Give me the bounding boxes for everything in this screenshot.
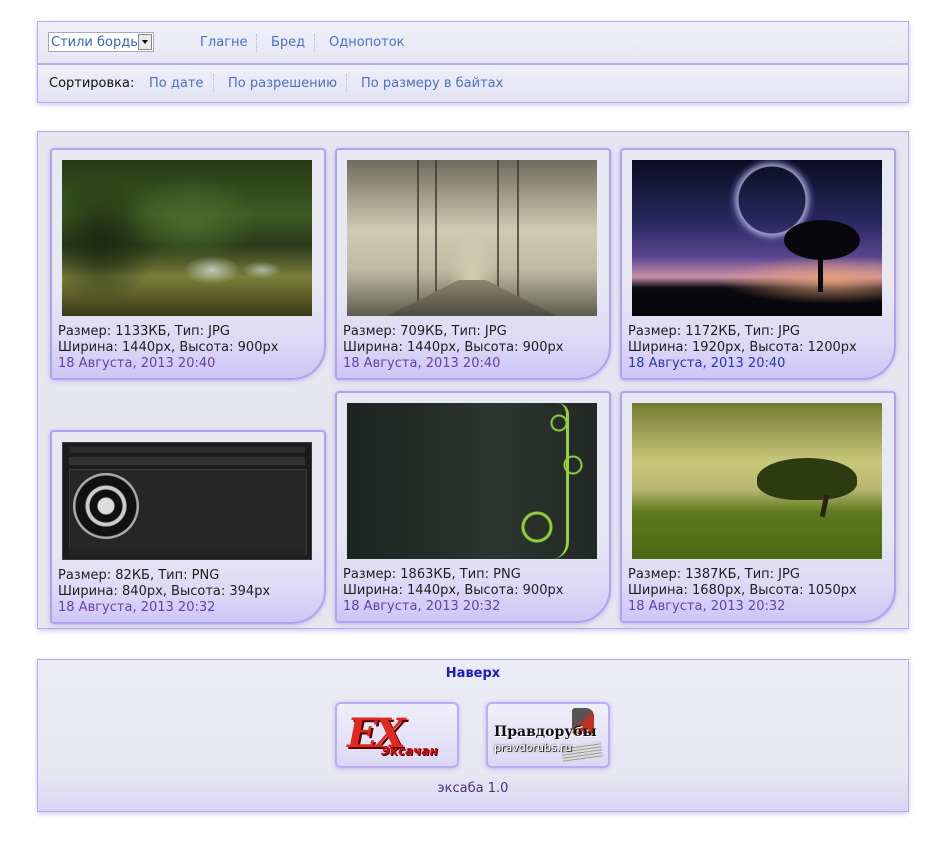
- image-date: 18 Августа, 2013 20:32: [628, 599, 786, 614]
- back-to-top-link[interactable]: Наверх: [38, 666, 908, 681]
- image-card[interactable]: Размер: 709КБ, Тип: JPG Ширина: 1440px, …: [335, 148, 611, 380]
- foggy-bridge-image[interactable]: [347, 160, 597, 316]
- navigation-panel: Стили борды Глагне Бред Однопоток Сортир…: [37, 21, 909, 103]
- pravdorubs-logo-title: Правдорубы: [494, 724, 597, 740]
- image-date: 18 Августа, 2013 20:32: [58, 600, 216, 615]
- nav-link-glagne[interactable]: Глагне: [200, 35, 248, 50]
- image-size-type: Размер: 82КБ, Тип: PNG: [58, 568, 220, 583]
- bridge-cable: [417, 160, 419, 316]
- image-date: 18 Августа, 2013 20:40: [343, 356, 501, 371]
- image-dimensions: Ширина: 1440px, Высота: 900px: [58, 340, 279, 355]
- sort-by-date-link[interactable]: По дате: [149, 76, 203, 91]
- tree-crown: [757, 458, 857, 500]
- lone-tree-field-image[interactable]: [632, 403, 882, 559]
- forest-waterfall-image[interactable]: [62, 160, 312, 316]
- image-dimensions: Ширина: 1440px, Высота: 900px: [343, 340, 564, 355]
- nav-divider: [213, 74, 215, 92]
- nav-divider: [346, 74, 348, 92]
- board-styles-select[interactable]: Стили борды: [48, 32, 154, 52]
- image-date: 18 Августа, 2013 20:40: [58, 356, 216, 371]
- sort-by-resolution-link[interactable]: По разрешению: [228, 76, 337, 91]
- image-card[interactable]: Размер: 1387КБ, Тип: JPG Ширина: 1680px,…: [620, 391, 896, 623]
- image-dimensions: Ширина: 840px, Высота: 394px: [58, 584, 271, 599]
- exaba-screenshot-image[interactable]: [62, 442, 312, 560]
- screenshot-title-bar: [69, 457, 305, 465]
- nav-divider: [314, 34, 316, 52]
- exachan-logo-small-text: Эксачан: [381, 744, 438, 758]
- bridge-cable: [517, 160, 519, 316]
- nav-divider: [256, 34, 258, 52]
- image-dimensions: Ширина: 1440px, Высота: 900px: [343, 583, 564, 598]
- footer-panel: Наверх EX Эксачан Правдорубы pravdorubs.…: [37, 659, 909, 812]
- board-styles-select-value: Стили борды: [51, 35, 141, 50]
- chevron-down-icon[interactable]: [138, 34, 152, 50]
- image-size-type: Размер: 1387КБ, Тип: JPG: [628, 567, 800, 582]
- board-nav-row: Стили борды Глагне Бред Однопоток: [38, 22, 908, 65]
- sort-by-size-link[interactable]: По размеру в байтах: [361, 76, 503, 91]
- green-vine-image[interactable]: [347, 403, 597, 559]
- image-dimensions: Ширина: 1920px, Высота: 1200px: [628, 340, 857, 355]
- sort-row: Сортировка: По дате По разрешению По раз…: [38, 65, 908, 102]
- vine-stem: [552, 403, 569, 559]
- pravdorubs-banner[interactable]: Правдорубы pravdorubs.ru: [486, 702, 610, 768]
- image-date: 18 Августа, 2013 20:40: [628, 356, 786, 371]
- engine-version: эксаба 1.0: [437, 781, 509, 796]
- pravdorubs-logo: Правдорубы pravdorubs.ru: [492, 708, 604, 762]
- image-size-type: Размер: 1133КБ, Тип: JPG: [58, 324, 230, 339]
- image-dimensions: Ширина: 1680px, Высота: 1050px: [628, 583, 857, 598]
- nav-link-odnopotok[interactable]: Однопоток: [329, 35, 405, 50]
- image-card[interactable]: Размер: 1863КБ, Тип: PNG Ширина: 1440px,…: [335, 391, 611, 623]
- screenshot-footer: [69, 549, 305, 557]
- image-card[interactable]: Размер: 1133КБ, Тип: JPG Ширина: 1440px,…: [50, 148, 326, 380]
- screenshot-navbar: [69, 447, 305, 453]
- image-card[interactable]: Размер: 1172КБ, Тип: JPG Ширина: 1920px,…: [620, 148, 896, 380]
- nav-link-bred[interactable]: Бред: [271, 35, 305, 50]
- exachan-banner[interactable]: EX Эксачан: [335, 702, 459, 768]
- pravdorubs-logo-url: pravdorubs.ru: [494, 741, 572, 754]
- exachan-logo: EX Эксачан: [341, 708, 453, 762]
- image-card[interactable]: Размер: 82КБ, Тип: PNG Ширина: 840px, Вы…: [50, 430, 326, 624]
- night-sky-tree-image[interactable]: [632, 160, 882, 316]
- image-date: 18 Августа, 2013 20:32: [343, 599, 501, 614]
- image-size-type: Размер: 1172КБ, Тип: JPG: [628, 324, 800, 339]
- image-size-type: Размер: 1863КБ, Тип: PNG: [343, 567, 521, 582]
- sort-label: Сортировка:: [49, 76, 135, 91]
- anonymous-logo-icon: [73, 473, 139, 539]
- bridge-deck: [387, 280, 557, 316]
- image-gallery: Размер: 1133КБ, Тип: JPG Ширина: 1440px,…: [37, 131, 909, 629]
- tree-trunk: [818, 248, 823, 292]
- image-size-type: Размер: 709КБ, Тип: JPG: [343, 324, 507, 339]
